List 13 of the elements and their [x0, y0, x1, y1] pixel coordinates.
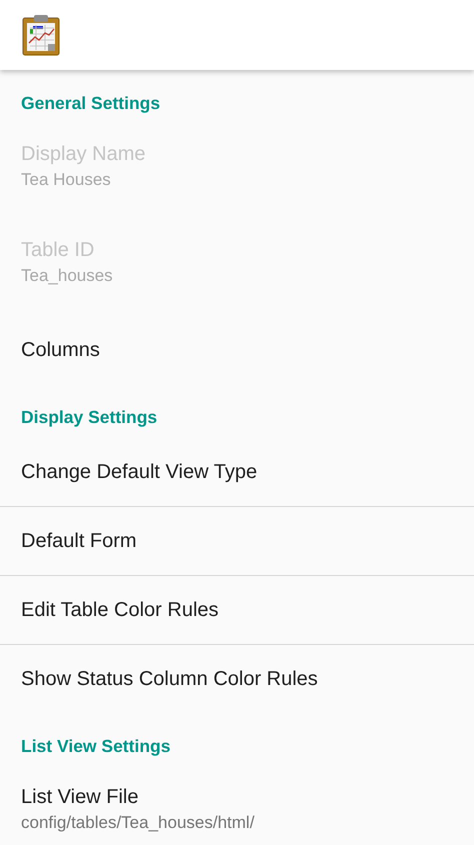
preference-title[interactable]: Columns: [21, 337, 453, 363]
preference-summary: config/tables/Tea_houses/html/: [21, 812, 256, 834]
preference-title[interactable]: List View File: [21, 784, 453, 810]
section-header: Display Settings: [20, 406, 158, 429]
section-header: List View Settings: [20, 735, 172, 758]
preference-title[interactable]: Change Default View Type: [21, 459, 453, 485]
preference-summary: Tea_houses: [21, 265, 114, 287]
preference-title[interactable]: Edit Table Color Rules: [21, 597, 453, 623]
preference-title[interactable]: Default Form: [21, 528, 453, 554]
section-header: General Settings: [20, 92, 162, 115]
clipboard-chart-icon: [22, 14, 60, 56]
preference-summary: Tea Houses: [21, 169, 112, 191]
preference-title[interactable]: Show Status Column Color Rules: [21, 666, 453, 692]
